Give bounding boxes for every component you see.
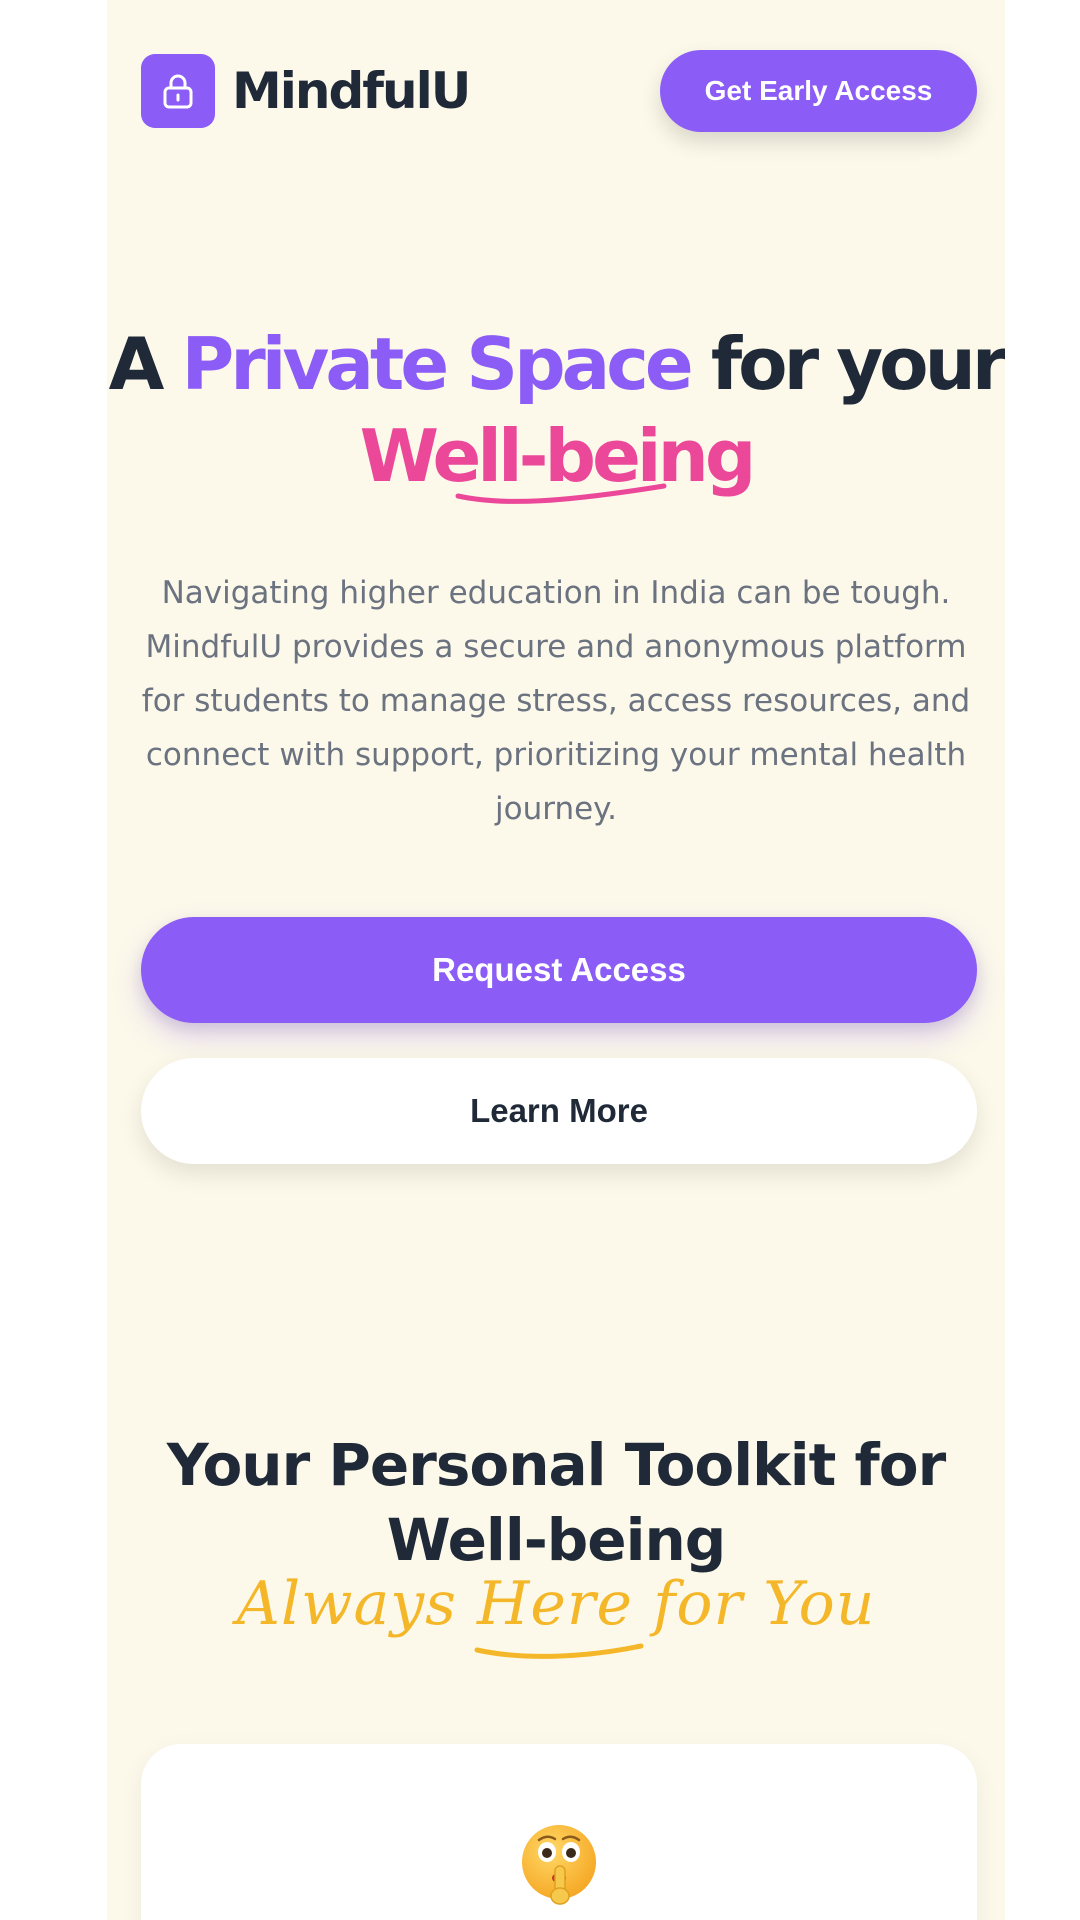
shushing-face-icon	[522, 1825, 596, 1905]
hero-title: A Private Space for your Well-being	[107, 318, 1005, 502]
brand-name[interactable]: MindfulU	[232, 60, 471, 122]
feature-card[interactable]	[141, 1744, 977, 1920]
landing-page: MindfulU Get Early Access A Private Spac…	[107, 0, 1005, 1920]
hero-title-highlight-private-space: Private Space	[181, 322, 693, 406]
feature-card-icon-wrap	[141, 1822, 977, 1911]
request-access-button[interactable]: Request Access	[141, 917, 977, 1023]
get-early-access-button[interactable]: Get Early Access	[660, 50, 977, 132]
features-title: Your Personal Toolkit for Well-being	[166, 1431, 946, 1574]
learn-more-button[interactable]: Learn More	[141, 1058, 977, 1164]
lock-icon	[163, 74, 193, 109]
logo-badge[interactable]	[141, 54, 215, 128]
features-tagline: Always Here for You	[236, 1569, 876, 1639]
yellow-underline-squiggle	[474, 1643, 644, 1659]
hero-title-part2: for your	[710, 322, 1005, 406]
hero-subtitle: Navigating higher education in India can…	[141, 575, 971, 827]
hero-title-part1: A	[108, 322, 165, 406]
pink-underline-squiggle	[455, 483, 667, 504]
